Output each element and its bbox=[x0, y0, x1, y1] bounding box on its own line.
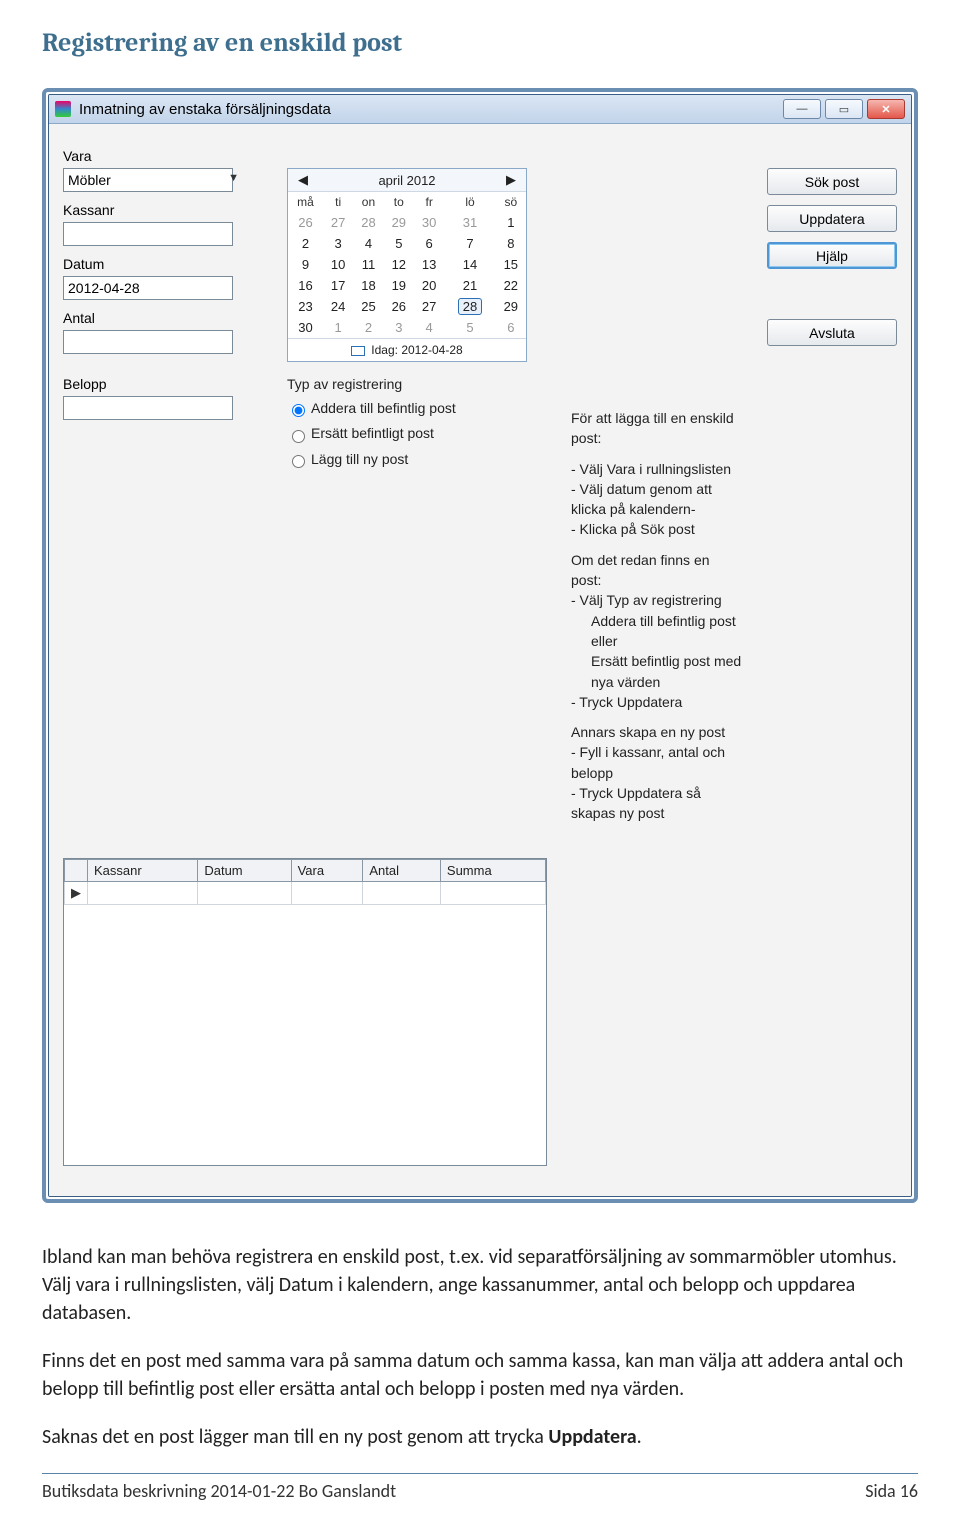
calendar-day[interactable]: 9 bbox=[288, 254, 323, 275]
calendar-today-marker bbox=[351, 346, 365, 356]
calendar-day[interactable]: 23 bbox=[288, 296, 323, 317]
calendar-day[interactable]: 29 bbox=[496, 296, 526, 317]
calendar-day[interactable]: 30 bbox=[414, 212, 444, 233]
update-button[interactable]: Uppdatera bbox=[767, 205, 897, 232]
help-button[interactable]: Hjälp bbox=[767, 242, 897, 269]
kassanr-input[interactable] bbox=[63, 222, 233, 246]
calendar-day[interactable]: 12 bbox=[384, 254, 414, 275]
belopp-input[interactable] bbox=[63, 396, 233, 420]
table-header: Summa bbox=[440, 859, 545, 881]
regtype-opt-replace[interactable]: Ersätt befintligt post bbox=[287, 425, 547, 442]
minimize-button[interactable]: — bbox=[783, 99, 821, 119]
calendar-day[interactable]: 5 bbox=[444, 317, 495, 338]
calendar-day[interactable]: 13 bbox=[414, 254, 444, 275]
datum-input[interactable] bbox=[63, 276, 233, 300]
calendar-day[interactable]: 2 bbox=[288, 233, 323, 254]
action-buttons: . Sök post Uppdatera Hjälp Avsluta bbox=[767, 138, 897, 834]
calendar-day[interactable]: 19 bbox=[384, 275, 414, 296]
calendar-day[interactable]: 18 bbox=[353, 275, 383, 296]
table-header: Vara bbox=[291, 859, 363, 881]
calendar-day[interactable]: 15 bbox=[496, 254, 526, 275]
data-table: KassanrDatumVaraAntalSumma ▶ bbox=[63, 858, 547, 1166]
form-column: Vara ▼ Kassanr Datum Antal Belopp bbox=[63, 138, 263, 834]
window-title: Inmatning av enstaka försäljningsdata bbox=[79, 101, 775, 118]
maximize-button[interactable]: ▭ bbox=[825, 99, 863, 119]
calendar-day[interactable]: 22 bbox=[496, 275, 526, 296]
calendar-day[interactable]: 6 bbox=[414, 233, 444, 254]
calendar-day[interactable]: 17 bbox=[323, 275, 353, 296]
label-datum: Datum bbox=[63, 256, 263, 272]
calendar[interactable]: ◀ april 2012 ▶ måtiontofrlösö 2627282930… bbox=[287, 168, 527, 362]
calendar-grid[interactable]: måtiontofrlösö 2627282930311234567891011… bbox=[288, 192, 526, 338]
app-icon bbox=[55, 101, 71, 117]
close-button[interactable]: ✕ bbox=[867, 99, 905, 119]
calendar-day[interactable]: 7 bbox=[444, 233, 495, 254]
calendar-day[interactable]: 2 bbox=[353, 317, 383, 338]
calendar-column: . ◀ april 2012 ▶ måtiontofrlösö 26272829… bbox=[287, 138, 547, 834]
label-kassanr: Kassanr bbox=[63, 202, 263, 218]
label-antal: Antal bbox=[63, 310, 263, 326]
table-row[interactable]: ▶ bbox=[65, 881, 546, 904]
calendar-day[interactable]: 8 bbox=[496, 233, 526, 254]
calendar-today[interactable]: Idag: 2012-04-28 bbox=[288, 338, 526, 361]
table-header: Kassanr bbox=[88, 859, 198, 881]
calendar-day[interactable]: 10 bbox=[323, 254, 353, 275]
antal-input[interactable] bbox=[63, 330, 233, 354]
label-vara: Vara bbox=[63, 148, 263, 164]
doc-heading: Registrering av en enskild post bbox=[42, 28, 918, 58]
regtype-opt-add[interactable]: Addera till befintlig post bbox=[287, 400, 547, 417]
footer-right: Sida 16 bbox=[865, 1480, 918, 1502]
calendar-prev-icon[interactable]: ◀ bbox=[294, 172, 312, 188]
calendar-day[interactable]: 26 bbox=[288, 212, 323, 233]
calendar-day[interactable]: 11 bbox=[353, 254, 383, 275]
calendar-day[interactable]: 31 bbox=[444, 212, 495, 233]
calendar-weekday: lö bbox=[444, 192, 495, 212]
page-footer: Butiksdata beskrivning 2014-01-22 Bo Gan… bbox=[42, 1473, 918, 1502]
calendar-day[interactable]: 26 bbox=[384, 296, 414, 317]
close-app-button[interactable]: Avsluta bbox=[767, 319, 897, 346]
regtype-heading: Typ av registrering bbox=[287, 376, 547, 392]
calendar-next-icon[interactable]: ▶ bbox=[502, 172, 520, 188]
footer-left: Butiksdata beskrivning 2014-01-22 Bo Gan… bbox=[42, 1480, 396, 1502]
calendar-weekday: on bbox=[353, 192, 383, 212]
help-panel: För att lägga till en enskild post: - Vä… bbox=[571, 408, 743, 834]
calendar-day[interactable]: 3 bbox=[323, 233, 353, 254]
calendar-day[interactable]: 27 bbox=[414, 296, 444, 317]
calendar-day[interactable]: 28 bbox=[353, 212, 383, 233]
calendar-day[interactable]: 3 bbox=[384, 317, 414, 338]
calendar-weekday: ti bbox=[323, 192, 353, 212]
calendar-day[interactable]: 4 bbox=[414, 317, 444, 338]
calendar-day[interactable]: 16 bbox=[288, 275, 323, 296]
table-header: Datum bbox=[198, 859, 291, 881]
calendar-day[interactable]: 27 bbox=[323, 212, 353, 233]
calendar-day[interactable]: 1 bbox=[496, 212, 526, 233]
calendar-day[interactable]: 29 bbox=[384, 212, 414, 233]
calendar-weekday: to bbox=[384, 192, 414, 212]
calendar-day[interactable]: 24 bbox=[323, 296, 353, 317]
app-window: Inmatning av enstaka försäljningsdata — … bbox=[48, 94, 912, 1197]
calendar-day[interactable]: 6 bbox=[496, 317, 526, 338]
calendar-weekday: fr bbox=[414, 192, 444, 212]
calendar-day[interactable]: 25 bbox=[353, 296, 383, 317]
titlebar: Inmatning av enstaka försäljningsdata — … bbox=[49, 95, 911, 124]
regtype-opt-new[interactable]: Lägg till ny post bbox=[287, 451, 547, 468]
vara-select[interactable] bbox=[63, 168, 233, 192]
calendar-day[interactable]: 1 bbox=[323, 317, 353, 338]
calendar-weekday: sö bbox=[496, 192, 526, 212]
search-button[interactable]: Sök post bbox=[767, 168, 897, 195]
label-belopp: Belopp bbox=[63, 376, 263, 392]
calendar-day[interactable]: 5 bbox=[384, 233, 414, 254]
calendar-day[interactable]: 28 bbox=[444, 296, 495, 317]
body-text: Ibland kan man behöva registrera en ensk… bbox=[42, 1243, 918, 1451]
calendar-weekday: må bbox=[288, 192, 323, 212]
calendar-day[interactable]: 14 bbox=[444, 254, 495, 275]
calendar-day[interactable]: 4 bbox=[353, 233, 383, 254]
table-header: Antal bbox=[363, 859, 441, 881]
calendar-day[interactable]: 20 bbox=[414, 275, 444, 296]
calendar-day[interactable]: 30 bbox=[288, 317, 323, 338]
calendar-day[interactable]: 21 bbox=[444, 275, 495, 296]
calendar-title: april 2012 bbox=[378, 173, 435, 188]
registration-type-group: Typ av registrering Addera till befintli… bbox=[287, 376, 547, 468]
